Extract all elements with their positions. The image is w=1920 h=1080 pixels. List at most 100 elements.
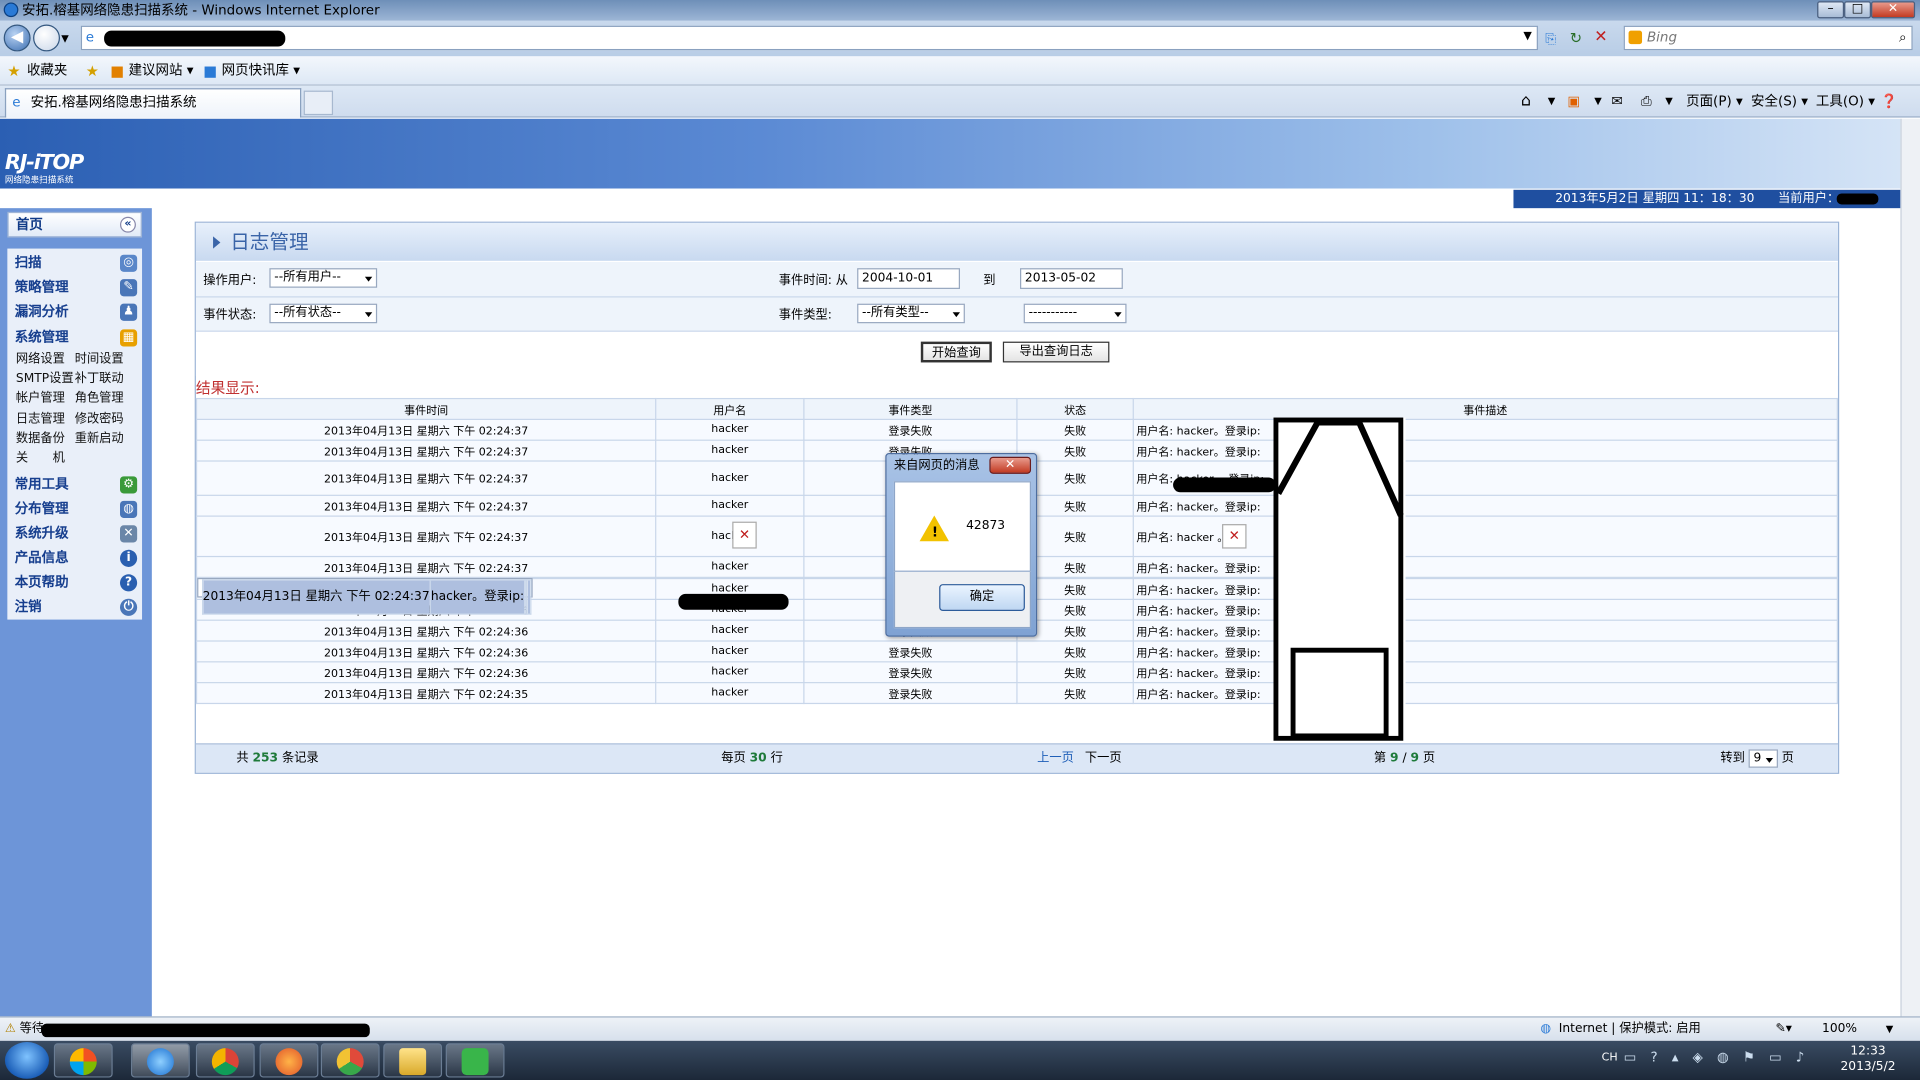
sidebar-item-sysmgmt[interactable]: 系统管理 ▦ (15, 327, 138, 349)
dialog-close-button[interactable]: ✕ (989, 456, 1032, 474)
tab-current[interactable]: e 安拓.榕基网络隐患扫描系统 (4, 88, 302, 118)
table-row[interactable]: 2013年04月13日 星期六 下午 02:24:35 hacker 登录失败 失败用… (195, 682, 1838, 705)
sidebar-item-vuln[interactable]: 漏洞分析 ♟ (15, 301, 138, 323)
submenu-account[interactable]: 帐户管理 (16, 391, 65, 408)
type-filter-select[interactable]: --所有类型-- (857, 303, 965, 324)
new-tab-button[interactable] (303, 90, 334, 116)
zoom-level[interactable]: 100% (1822, 1018, 1857, 1041)
submenu-backup[interactable]: 数据备份 (16, 431, 65, 448)
column-header-type[interactable]: 事件类型 (803, 397, 1018, 421)
feeds-dropdown-icon[interactable]: ▼ (1594, 91, 1602, 113)
sidebar-item-upgrade[interactable]: 系统升级 ✕ (15, 523, 138, 545)
favorites-button[interactable]: 收藏夹 (27, 56, 67, 85)
address-input[interactable]: e ▼ (80, 25, 1538, 51)
table-row[interactable]: 2013年04月13日 星期六 下午 02:24:37hacker登录失败失败用… (195, 418, 1838, 441)
taskbar-clock[interactable]: 12:33 2013/5/2 (1841, 1043, 1896, 1075)
user-filter-label: 操作用户: (203, 274, 257, 288)
tray-icons[interactable]: ▭ ? ▴ ◈ ◍ ⚑ ▭ ♪ (1624, 1049, 1810, 1065)
export-log-button[interactable]: 导出查询日志 (1002, 341, 1110, 363)
taskbar-firefox[interactable] (259, 1043, 319, 1078)
sidebar-item-policy[interactable]: 策略管理 ✎ (15, 277, 138, 299)
type-sub-filter-select[interactable]: ----------- (1023, 303, 1127, 324)
sidebar-item-scan[interactable]: 扫描 ◎ (15, 252, 138, 274)
prev-page-link[interactable]: 上一页 (1037, 744, 1074, 773)
search-input[interactable]: Bing ⌕ (1623, 25, 1913, 51)
submenu-log[interactable]: 日志管理 (16, 411, 65, 428)
taskbar-chrome[interactable] (195, 1043, 255, 1078)
print-icon[interactable]: ⎙ (1641, 91, 1652, 113)
home-dropdown-icon[interactable]: ▼ (1548, 91, 1556, 113)
zoom-dropdown-icon[interactable]: ▼ (1886, 1018, 1894, 1041)
collapse-sidebar-icon[interactable]: « (120, 216, 136, 233)
user-filter-select[interactable]: --所有用户-- (269, 268, 378, 288)
mail-icon[interactable]: ✉ (1611, 91, 1622, 113)
sidebar-item-help[interactable]: 本页帮助? (15, 572, 138, 594)
submenu-patch[interactable]: 补丁联动 (75, 371, 124, 388)
table-cell-desc: 用户名: hacker。登录ip: (1132, 494, 1838, 517)
sidebar-home[interactable]: 首页 « (7, 211, 143, 238)
back-button[interactable]: ◀ (3, 24, 31, 52)
goto-page-select[interactable]: 9 (1748, 749, 1778, 768)
submenu-password[interactable]: 修改密码 (75, 411, 124, 428)
taskbar-app-7[interactable] (445, 1043, 505, 1078)
taskbar-explorer[interactable] (383, 1043, 443, 1078)
suggested-sites-button[interactable]: 建议网站 ▾ (129, 56, 194, 85)
taskbar-app-1[interactable] (53, 1043, 113, 1078)
refresh-icon[interactable]: ↻ (1570, 29, 1582, 46)
status-filter-select[interactable]: --所有状态-- (269, 303, 378, 324)
taskbar-ie[interactable] (131, 1043, 190, 1078)
tools-menu[interactable]: 工具(O) ▾ (1816, 91, 1875, 113)
stop-icon[interactable]: ✕ (1594, 28, 1607, 46)
table-row[interactable]: 2013年04月13日 星期六 下午 02:24:37 hacker。登录ip: (196, 577, 533, 615)
minimize-button[interactable]: – (1817, 1, 1845, 19)
search-icon[interactable]: ⌕ (1899, 27, 1907, 49)
window-title: 安拓.榕基网络隐患扫描系统 - Windows Internet Explore… (22, 2, 380, 19)
next-page-link[interactable]: 下一页 (1085, 744, 1122, 773)
submenu-network[interactable]: 网络设置 (16, 351, 65, 368)
time-to-label: 到 (983, 274, 996, 288)
column-header-status[interactable]: 状态 (1016, 397, 1134, 421)
address-dropdown-icon[interactable]: ▼ (1523, 31, 1531, 43)
security-zone-text: Internet | 保护模式: 启用 (1558, 1022, 1701, 1036)
query-button[interactable]: 开始查询 (920, 341, 992, 363)
input-language[interactable]: CH (1602, 1052, 1618, 1064)
submenu-role[interactable]: 角色管理 (75, 391, 124, 408)
start-button[interactable] (4, 1042, 49, 1079)
maximize-button[interactable]: □ (1844, 1, 1872, 19)
sidebar-item-info[interactable]: 产品信息 i (15, 547, 138, 569)
web-slice-gallery-button[interactable]: 网页快讯库 ▾ (222, 56, 300, 85)
sidebar-item-logout[interactable]: 注销 ⏻ (15, 596, 138, 618)
column-header-time[interactable]: 事件时间 (195, 397, 657, 421)
help-icon[interactable]: ❓ (1881, 91, 1898, 113)
table-cell-user: hacker (655, 640, 805, 663)
column-header-desc[interactable]: 事件描述 (1132, 397, 1838, 421)
page-scrollbar[interactable] (1900, 118, 1920, 1017)
print-dropdown-icon[interactable]: ▼ (1665, 91, 1673, 113)
taskbar-app-5[interactable] (320, 1043, 380, 1078)
feeds-icon[interactable]: ▣ (1567, 91, 1580, 113)
compat-view-icon[interactable]: ⎘ (1545, 31, 1556, 48)
history-dropdown-icon[interactable]: ▼ (61, 33, 69, 44)
table-row[interactable]: 2013年04月13日 星期六 下午 02:24:36hacker登录失败失败用… (195, 661, 1838, 684)
dialog-ok-button[interactable]: 确定 (939, 584, 1025, 612)
home-icon[interactable]: ⌂ (1521, 91, 1531, 113)
close-window-button[interactable]: ✕ (1871, 1, 1916, 19)
submenu-smtp[interactable]: SMTP设置 (16, 371, 74, 388)
total-records: 共 253 条记录 (236, 744, 318, 773)
table-row[interactable]: 2013年04月13日 星期六 下午 02:24:36hacker登录失败失败用… (195, 640, 1838, 663)
sidebar-item-tools[interactable]: 常用工具 ⚙ (15, 474, 138, 496)
page-menu[interactable]: 页面(P) ▾ (1686, 91, 1743, 113)
submenu-restart[interactable]: 重新启动 (75, 431, 124, 448)
submenu-time[interactable]: 时间设置 (75, 351, 124, 368)
time-from-input[interactable]: 2004-10-01 (857, 268, 961, 289)
add-favorite-icon[interactable]: ★ (86, 56, 99, 85)
submenu-shutdown[interactable]: 关 机 (16, 451, 65, 468)
safety-menu[interactable]: 安全(S) ▾ (1751, 91, 1808, 113)
sidebar-item-dist[interactable]: 分布管理 ◍ (15, 498, 138, 520)
column-header-user[interactable]: 用户名 (655, 397, 805, 421)
logout-icon: ⏻ (120, 598, 138, 616)
time-to-input[interactable]: 2013-05-02 (1020, 268, 1123, 289)
protected-mode-icon[interactable]: ✎▾ (1776, 1018, 1792, 1041)
table-cell-desc: 用户名: hacker。登录ip: (1132, 418, 1838, 441)
forward-button[interactable] (33, 24, 61, 52)
